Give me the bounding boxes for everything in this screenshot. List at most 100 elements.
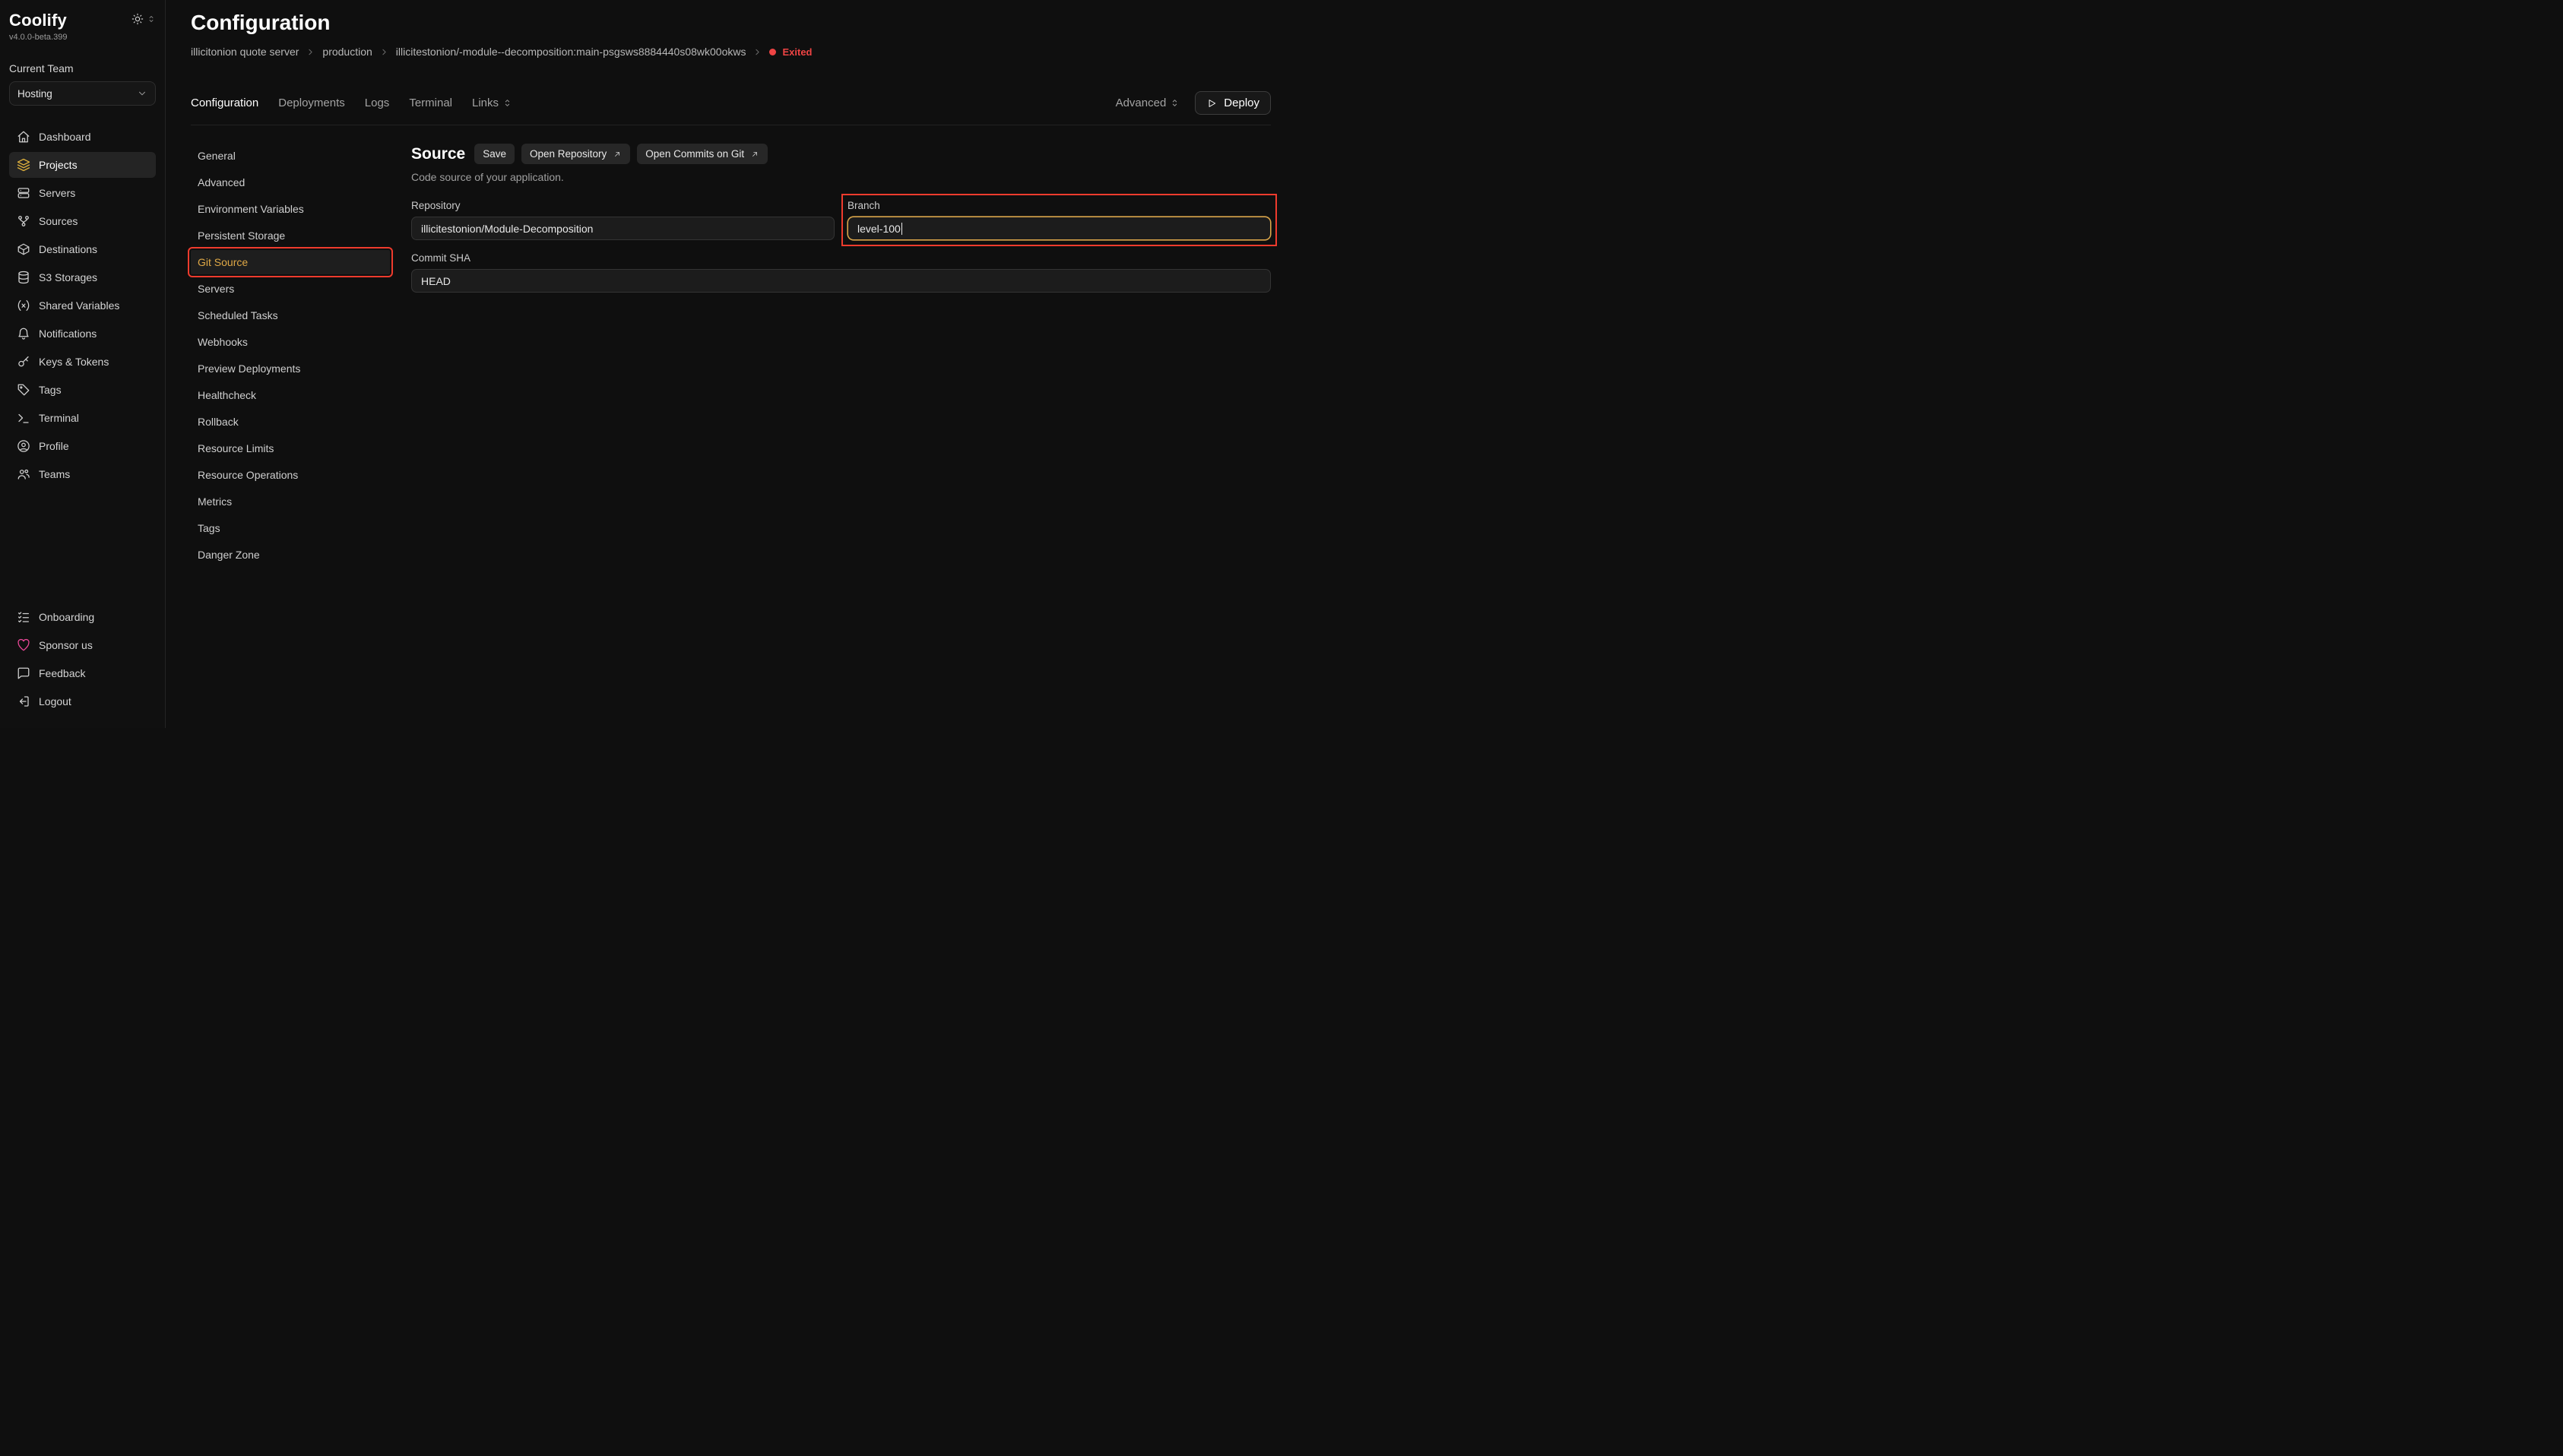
subnav-item-servers[interactable]: Servers [191,277,390,301]
subnav-item-label: Persistent Storage [198,229,285,242]
key-icon [17,355,30,369]
save-button[interactable]: Save [474,144,515,164]
destination-icon [17,242,30,256]
sidebar-item-tags[interactable]: Tags [9,377,156,403]
sidebar: Coolify v4.0.0-beta.399 Current Team Hos… [0,0,166,728]
feedback-icon [17,666,30,680]
breadcrumb-label: illicitonion quote server [191,46,299,58]
subnav-item-metrics[interactable]: Metrics [191,489,390,514]
sidebar-footer-item-sponsor-us[interactable]: Sponsor us [9,632,156,658]
chevron-right-icon [379,47,389,57]
subnav-item-tags[interactable]: Tags [191,516,390,540]
chevron-right-icon [752,47,762,57]
team-select[interactable]: Hosting [9,81,156,106]
sidebar-item-label: Profile [39,440,69,452]
deploy-button[interactable]: Deploy [1195,91,1271,115]
tab-label: Terminal [409,97,452,109]
subnav-item-danger-zone[interactable]: Danger Zone [191,543,390,567]
subnav-item-label: General [198,150,236,162]
tab-terminal[interactable]: Terminal [409,97,452,109]
sidebar-item-label: Notifications [39,328,97,340]
sidebar-item-servers[interactable]: Servers [9,180,156,206]
subnav-item-persistent-storage[interactable]: Persistent Storage [191,223,390,248]
breadcrumb-item-production[interactable]: production [322,46,388,58]
bell-icon [17,327,30,340]
status-dot-icon [769,49,776,55]
subnav-item-label: Resource Limits [198,442,274,454]
subnav-item-healthcheck[interactable]: Healthcheck [191,383,390,407]
sidebar-item-label: S3 Storages [39,271,97,283]
subnav-item-git-source[interactable]: Git Source [191,250,390,274]
external-link-icon [750,150,759,159]
open-repository-button[interactable]: Open Repository [521,144,630,164]
sidebar-nav: Dashboard Projects Servers Sources Desti… [9,124,156,487]
tab-deployments[interactable]: Deployments [278,97,345,109]
sidebar-item-projects[interactable]: Projects [9,152,156,178]
branch-input[interactable]: level-100 [847,217,1271,240]
sidebar-footer-item-feedback[interactable]: Feedback [9,660,156,686]
subnav-item-scheduled-tasks[interactable]: Scheduled Tasks [191,303,390,328]
sidebar-item-sources[interactable]: Sources [9,208,156,234]
sidebar-item-label: Dashboard [39,131,91,143]
tabs: Configuration Deployments Logs Terminal [191,97,512,109]
team-select-value: Hosting [17,88,52,100]
subnav-item-rollback[interactable]: Rollback [191,410,390,434]
subnav-item-label: Scheduled Tasks [198,309,278,321]
subnav-item-environment-variables[interactable]: Environment Variables [191,197,390,221]
subnav-item-label: Preview Deployments [198,362,300,375]
subnav-item-label: Resource Operations [198,469,298,481]
tab-logs[interactable]: Logs [365,97,390,109]
theme-toggle-sun-icon[interactable] [131,13,144,25]
database-icon [17,271,30,284]
sidebar-item-teams[interactable]: Teams [9,461,156,487]
sidebar-item-dashboard[interactable]: Dashboard [9,124,156,150]
tab-configuration[interactable]: Configuration [191,97,258,109]
sidebar-item-profile[interactable]: Profile [9,433,156,459]
sidebar-footer-nav: Onboarding Sponsor us Feedback Logout [9,604,156,714]
subnav-item-label: Metrics [198,495,232,508]
commit-sha-input[interactable]: HEAD [411,269,1271,293]
subnav-item-preview-deployments[interactable]: Preview Deployments [191,356,390,381]
deploy-label: Deploy [1224,97,1259,109]
sidebar-footer-item-logout[interactable]: Logout [9,688,156,714]
repository-field: Repository illicitestonion/Module-Decomp… [411,200,835,240]
repository-input[interactable]: illicitestonion/Module-Decomposition [411,217,835,240]
brand-row: Coolify [9,11,156,30]
advanced-toggle[interactable]: Advanced [1116,97,1180,109]
subnav-item-resource-limits[interactable]: Resource Limits [191,436,390,461]
subnav-item-advanced[interactable]: Advanced [191,170,390,195]
tab-label: Configuration [191,97,258,109]
text-caret [901,223,903,235]
tab-label: Deployments [278,97,345,109]
sidebar-item-label: Projects [39,159,78,171]
theme-chevrons-icon[interactable] [147,14,156,24]
panel-title: Source [411,145,465,163]
tabbar: Configuration Deployments Logs Terminal [191,91,1271,125]
sidebar-item-notifications[interactable]: Notifications [9,321,156,347]
server-icon [17,186,30,200]
breadcrumb: illicitonion quote server production ill… [191,46,1271,58]
tab-links[interactable]: Links [472,97,512,109]
subnav-item-resource-operations[interactable]: Resource Operations [191,463,390,487]
source-icon [17,214,30,228]
sidebar-footer-item-onboarding[interactable]: Onboarding [9,604,156,630]
subnav-item-webhooks[interactable]: Webhooks [191,330,390,354]
sidebar-item-shared-variables[interactable]: Shared Variables [9,293,156,318]
source-panel: Source Save Open Repository Open Commits… [411,144,1271,728]
breadcrumb-label: production [322,46,372,58]
breadcrumb-item-illicitestonion-module-decomposition-main-psgsws8884440s08wk00okws[interactable]: illicitestonion/-module--decomposition:m… [396,46,763,58]
external-link-icon [613,150,622,159]
subnav-item-label: Webhooks [198,336,248,348]
sidebar-item-label: Servers [39,187,75,199]
sidebar-item-destinations[interactable]: Destinations [9,236,156,262]
chevrons-up-down-icon [502,98,512,108]
open-commits-button[interactable]: Open Commits on Git [637,144,768,164]
subnav-item-general[interactable]: General [191,144,390,168]
sidebar-item-terminal[interactable]: Terminal [9,405,156,431]
sidebar-item-label: Feedback [39,667,85,679]
subnav-item-label: Rollback [198,416,239,428]
sidebar-item-s3-storages[interactable]: S3 Storages [9,264,156,290]
sidebar-item-keys-tokens[interactable]: Keys & Tokens [9,349,156,375]
breadcrumb-item-illicitonion-quote-server[interactable]: illicitonion quote server [191,46,315,58]
home-icon [17,130,30,144]
